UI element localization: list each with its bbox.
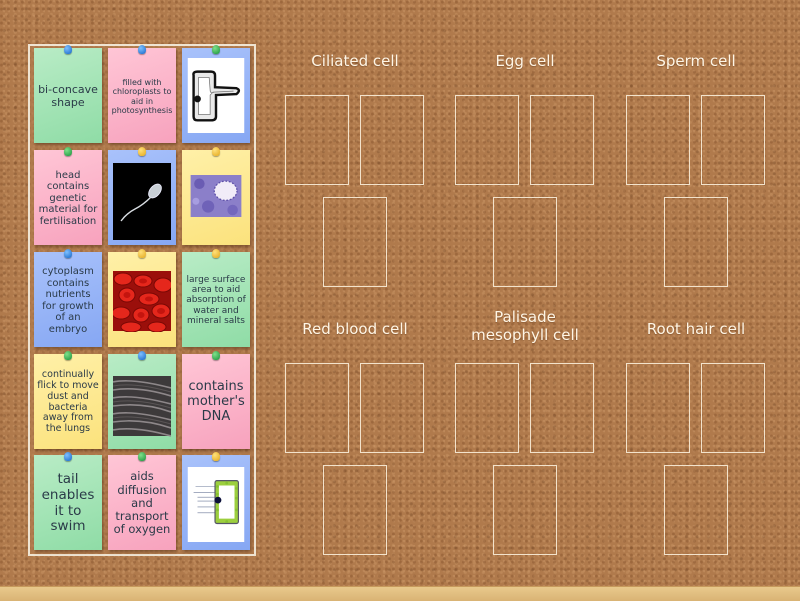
pushpin-icon <box>138 452 146 461</box>
answer-card-text[interactable]: filled with chloroplasts to aid in photo… <box>108 45 176 143</box>
pushpin-icon <box>138 351 146 360</box>
answer-card-sperm-cell-photo[interactable] <box>108 147 176 245</box>
answer-card-text[interactable]: bi-concave shape <box>34 45 102 143</box>
drop-slot[interactable] <box>323 465 387 555</box>
drop-slot[interactable] <box>664 197 728 287</box>
pushpin-icon <box>138 249 146 258</box>
card-label: head contains genetic material for ferti… <box>38 169 98 227</box>
group-title: Ciliated cell <box>311 52 399 70</box>
card-label: contains mother's DNA <box>187 379 245 424</box>
card-label: large surface area to aid absorption of … <box>186 274 246 327</box>
drop-slot[interactable] <box>626 363 690 453</box>
drop-slot[interactable] <box>360 363 424 453</box>
answer-card-text[interactable]: head contains genetic material for ferti… <box>34 147 102 245</box>
answer-card-cilia-micrograph[interactable] <box>108 351 176 449</box>
sperm-cell-photo-image <box>113 162 171 241</box>
red-blood-cells-photo-image <box>113 270 171 332</box>
answer-card-text[interactable]: cytoplasm contains nutrients for growth … <box>34 249 102 347</box>
card-label: filled with chloroplasts to aid in photo… <box>111 78 173 115</box>
drop-slot[interactable] <box>664 465 728 555</box>
group-title: Red blood cell <box>302 320 408 338</box>
answer-card-root-hair-cell-diagram[interactable] <box>182 45 250 143</box>
pushpin-icon <box>212 249 220 258</box>
answer-card-text[interactable]: continually flick to move dust and bacte… <box>34 351 102 449</box>
pushpin-icon <box>212 147 220 156</box>
group-title: Root hair cell <box>646 320 746 338</box>
answer-card-red-blood-cells-photo[interactable] <box>108 249 176 347</box>
drop-slot[interactable] <box>455 363 519 453</box>
pushpin-icon <box>138 147 146 156</box>
answer-card-text[interactable]: contains mother's DNA <box>182 351 250 449</box>
pushpin-icon <box>212 351 220 360</box>
pushpin-icon <box>64 452 72 461</box>
drop-slot[interactable] <box>626 95 690 185</box>
drop-slot[interactable] <box>285 363 349 453</box>
card-label: bi-concave shape <box>38 82 98 109</box>
pushpin-icon <box>212 45 220 54</box>
group-title: Sperm cell <box>656 52 736 70</box>
drop-slot[interactable] <box>285 95 349 185</box>
pushpin-icon <box>64 45 72 54</box>
drop-slot[interactable] <box>530 95 594 185</box>
answer-card-palisade-cell-diagram[interactable] <box>182 452 250 550</box>
pushpin-icon <box>212 452 220 461</box>
root-hair-cell-diagram-image <box>187 58 245 133</box>
card-label: tail enables it to swim <box>41 471 95 535</box>
group-title: Palisade mesophyll cell <box>471 308 579 344</box>
board-frame <box>0 586 800 601</box>
drop-slot[interactable] <box>360 95 424 185</box>
answer-card-text[interactable]: tail enables it to swim <box>34 452 102 550</box>
group-title: Egg cell <box>495 52 555 70</box>
drop-slot[interactable] <box>701 95 765 185</box>
drop-slot[interactable] <box>493 465 557 555</box>
pushpin-icon <box>64 147 72 156</box>
palisade-cell-diagram-image <box>187 467 245 542</box>
drop-slot[interactable] <box>455 95 519 185</box>
pushpin-icon <box>64 249 72 258</box>
drop-slot[interactable] <box>323 197 387 287</box>
pushpin-icon <box>138 45 146 54</box>
card-label: continually flick to move dust and bacte… <box>37 368 99 435</box>
card-label: cytoplasm contains nutrients for growth … <box>42 266 94 335</box>
drop-slot[interactable] <box>493 197 557 287</box>
card-label: aids diffusion and transport of oxygen <box>113 469 171 537</box>
drop-slot[interactable] <box>701 363 765 453</box>
egg-cell-micrograph-image <box>187 175 245 217</box>
answer-card-egg-cell-micrograph[interactable] <box>182 147 250 245</box>
pushpin-icon <box>64 351 72 360</box>
answer-card-text[interactable]: large surface area to aid absorption of … <box>182 249 250 347</box>
answer-card-text[interactable]: aids diffusion and transport of oxygen <box>108 452 176 550</box>
cilia-micrograph-image <box>113 374 171 438</box>
drop-slot[interactable] <box>530 363 594 453</box>
